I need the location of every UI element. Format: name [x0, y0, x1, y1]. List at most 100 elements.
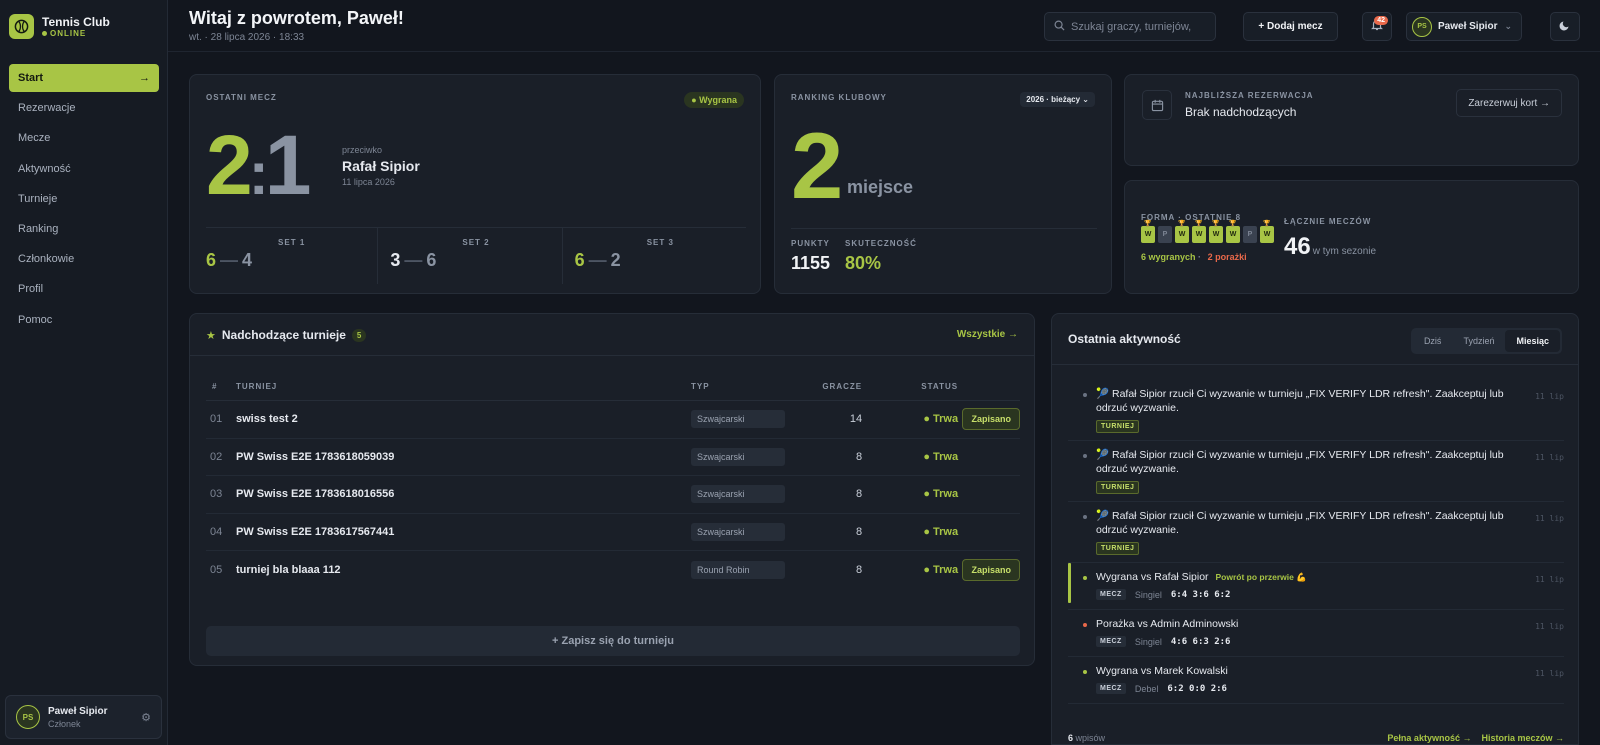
- activity-dot: [1083, 515, 1087, 519]
- join-tournament-button[interactable]: + Zapisz się do turnieju: [206, 626, 1020, 656]
- status-badge: ● Trwa: [923, 563, 959, 576]
- sidebar-item-label: Aktywność: [18, 162, 71, 175]
- club-ranking-card[interactable]: RANKING KLUBOWY 2026 · bieżący ⌄ 2 miejs…: [774, 74, 1112, 294]
- all-tournaments-link[interactable]: Wszystkie →: [957, 329, 1018, 340]
- sidebar-item-label: Mecze: [18, 132, 51, 145]
- user-role: Członek: [48, 718, 81, 729]
- registered-button[interactable]: Zapisano: [962, 558, 1020, 581]
- search-box[interactable]: [1044, 12, 1216, 41]
- sidebar-item-label: Członkowie: [18, 253, 75, 266]
- divider: [791, 228, 1097, 229]
- activity-time: 11 lip: [1535, 575, 1564, 584]
- activity-text: Wygrana vs Marek Kowalski: [1096, 665, 1228, 677]
- row-number: 05: [210, 563, 223, 576]
- sidebar-item-profil[interactable]: Profil: [9, 275, 159, 303]
- sidebar-item-turnieje[interactable]: Turnieje: [9, 185, 159, 213]
- activity-footer: 6 wpisów Pełna aktywność → Historia mecz…: [1068, 733, 1564, 743]
- sidebar-item-mecze[interactable]: Mecze: [9, 124, 159, 152]
- players-count: 8: [855, 563, 863, 576]
- tournament-name[interactable]: PW Swiss E2E 1783618016556: [236, 475, 691, 514]
- season-select[interactable]: 2026 · bieżący ⌄: [1020, 92, 1095, 107]
- table-row[interactable]: 04 PW Swiss E2E 1783617567441 Szwajcarski 8…: [206, 513, 1020, 551]
- table-row[interactable]: 02 PW Swiss E2E 1783618059039 Szwajcarski 8…: [206, 438, 1020, 476]
- activity-badge: Powrót po przerwie 💪: [1215, 572, 1307, 582]
- search-input[interactable]: [1071, 20, 1211, 33]
- form-result-box: 🏆 W: [1192, 221, 1206, 243]
- activity-text: 🎾 Rafał Sipior rzucił Ci wyzwanie w turn…: [1096, 388, 1504, 414]
- points-stat: PUNKTY 1155: [791, 239, 830, 274]
- tab-month[interactable]: Miesiąc: [1505, 330, 1560, 352]
- activity-item[interactable]: Wygrana vs Rafał Sipior Powrót po przerw…: [1068, 563, 1564, 610]
- brand[interactable]: Tennis Club ONLINE: [9, 14, 110, 39]
- activity-dot: [1083, 623, 1087, 627]
- table-row[interactable]: 01 swiss test 2 Szwajcarski 14 ● Trwa Zapisan…: [206, 400, 1020, 439]
- tournament-type-cell: Szwajcarski: [691, 438, 793, 476]
- tournament-name[interactable]: swiss test 2: [236, 400, 691, 439]
- tournament-type-cell: Szwajcarski: [691, 513, 793, 551]
- tournament-type: Szwajcarski: [691, 447, 785, 466]
- tournament-type: Szwajcarski: [691, 522, 785, 541]
- full-activity-link[interactable]: Pełna aktywność →: [1387, 733, 1471, 743]
- tournaments-header: ★ Nadchodzące turnieje 5: [206, 328, 367, 342]
- notifications-button[interactable]: 42: [1362, 12, 1392, 41]
- column-header-num: #: [206, 382, 236, 401]
- activity-title: Ostatnia aktywność: [1068, 332, 1181, 346]
- tournament-name[interactable]: turniej bla blaaa 112: [236, 551, 691, 589]
- activity-dot: [1083, 576, 1087, 580]
- activity-item[interactable]: Wygrana vs Marek Kowalski MECZ Debel 6:2 0:…: [1068, 657, 1564, 704]
- star-icon: ★: [206, 329, 216, 342]
- form-result-box: 🏆 W: [1141, 221, 1155, 243]
- gear-icon[interactable]: ⚙: [141, 711, 151, 724]
- theme-toggle-button[interactable]: [1550, 12, 1580, 41]
- sidebar-item-start[interactable]: Start →: [9, 64, 159, 92]
- activity-item[interactable]: 🎾 Rafał Sipior rzucił Ci wyzwanie w turn…: [1068, 380, 1564, 441]
- match-kind: Debel: [1134, 683, 1159, 694]
- vs-label: przeciwko: [342, 145, 383, 155]
- user-name: Paweł Sipior: [48, 705, 108, 717]
- activity-tag: TURNIEJ: [1096, 481, 1140, 494]
- opponent-name: Rafał Sipior: [342, 158, 420, 174]
- activity-tag: TURNIEJ: [1096, 542, 1140, 555]
- match-history-link[interactable]: Historia meczów →: [1481, 733, 1564, 743]
- user-menu-name: Paweł Sipior: [1438, 21, 1498, 32]
- trophy-icon: 🏆: [1229, 221, 1237, 227]
- activity-item[interactable]: 🎾 Rafał Sipior rzucił Ci wyzwanie w turn…: [1068, 441, 1564, 502]
- sidebar-item-aktywnosc[interactable]: Aktywność: [9, 155, 159, 183]
- match-kind: Singiel: [1134, 636, 1162, 647]
- tournament-name[interactable]: PW Swiss E2E 1783617567441: [236, 513, 691, 551]
- tournament-name[interactable]: PW Swiss E2E 1783618059039: [236, 438, 691, 476]
- set-own: 3: [390, 250, 401, 270]
- add-match-button[interactable]: + Dodaj mecz: [1243, 12, 1338, 41]
- table-row[interactable]: 05 turniej bla blaaa 112 Round Robin 8 ● Trw…: [206, 551, 1020, 589]
- sidebar-item-rezerwacje[interactable]: Rezerwacje: [9, 94, 159, 122]
- sidebar-item-pomoc[interactable]: Pomoc: [9, 306, 159, 334]
- match-score-line: 6:4 3:6 6:2: [1170, 589, 1231, 600]
- sidebar-item-czlonkowie[interactable]: Członkowie: [9, 245, 159, 273]
- row-number: 01: [206, 400, 236, 439]
- row-number: 03: [206, 475, 236, 514]
- activity-time: 11 lip: [1535, 453, 1564, 462]
- status-dot: [42, 30, 47, 36]
- tab-today[interactable]: Dziś: [1413, 330, 1453, 352]
- activity-item[interactable]: Porażka vs Admin Adminowski MECZ Singiel 4:…: [1068, 610, 1564, 657]
- highlight-bar: [1068, 563, 1071, 603]
- action-cell: Zapisano: [958, 551, 1020, 589]
- last-match-card[interactable]: OSTATNI MECZ ● Wygrana 2:1 przeciwko Raf…: [189, 74, 761, 294]
- status-badge: ● Trwa: [862, 475, 959, 514]
- form-result-box: 🏆 W: [1175, 221, 1189, 243]
- book-court-button[interactable]: Zarezerwuj kort →: [1456, 89, 1562, 117]
- tab-week[interactable]: Tydzień: [1452, 330, 1505, 352]
- activity-item[interactable]: 🎾 Rafał Sipior rzucił Ci wyzwanie w turn…: [1068, 502, 1564, 563]
- form-result-box: 🏆 W: [1260, 221, 1274, 243]
- activity-time: 11 lip: [1535, 514, 1564, 523]
- set-label: SET 2: [462, 238, 490, 247]
- activity-feed: 🎾 Rafał Sipior rzucił Ci wyzwanie w turn…: [1068, 380, 1564, 704]
- ranking-place-word: miejsce: [847, 177, 914, 197]
- registered-button[interactable]: Zapisano: [962, 408, 1020, 431]
- table-row[interactable]: 03 PW Swiss E2E 1783618016556 Szwajcarski 8…: [206, 475, 1020, 514]
- sidebar-item-ranking[interactable]: Ranking: [9, 215, 159, 243]
- sidebar-user-card[interactable]: PS Paweł Sipior Członek ⚙: [5, 695, 162, 739]
- user-menu[interactable]: PS Paweł Sipior ⌄: [1406, 12, 1522, 41]
- chevron-down-icon: ⌄: [1504, 21, 1512, 31]
- tournaments-table: # TURNIEJ TYP GRACZE STATUS 01 swiss test…: [206, 382, 1020, 588]
